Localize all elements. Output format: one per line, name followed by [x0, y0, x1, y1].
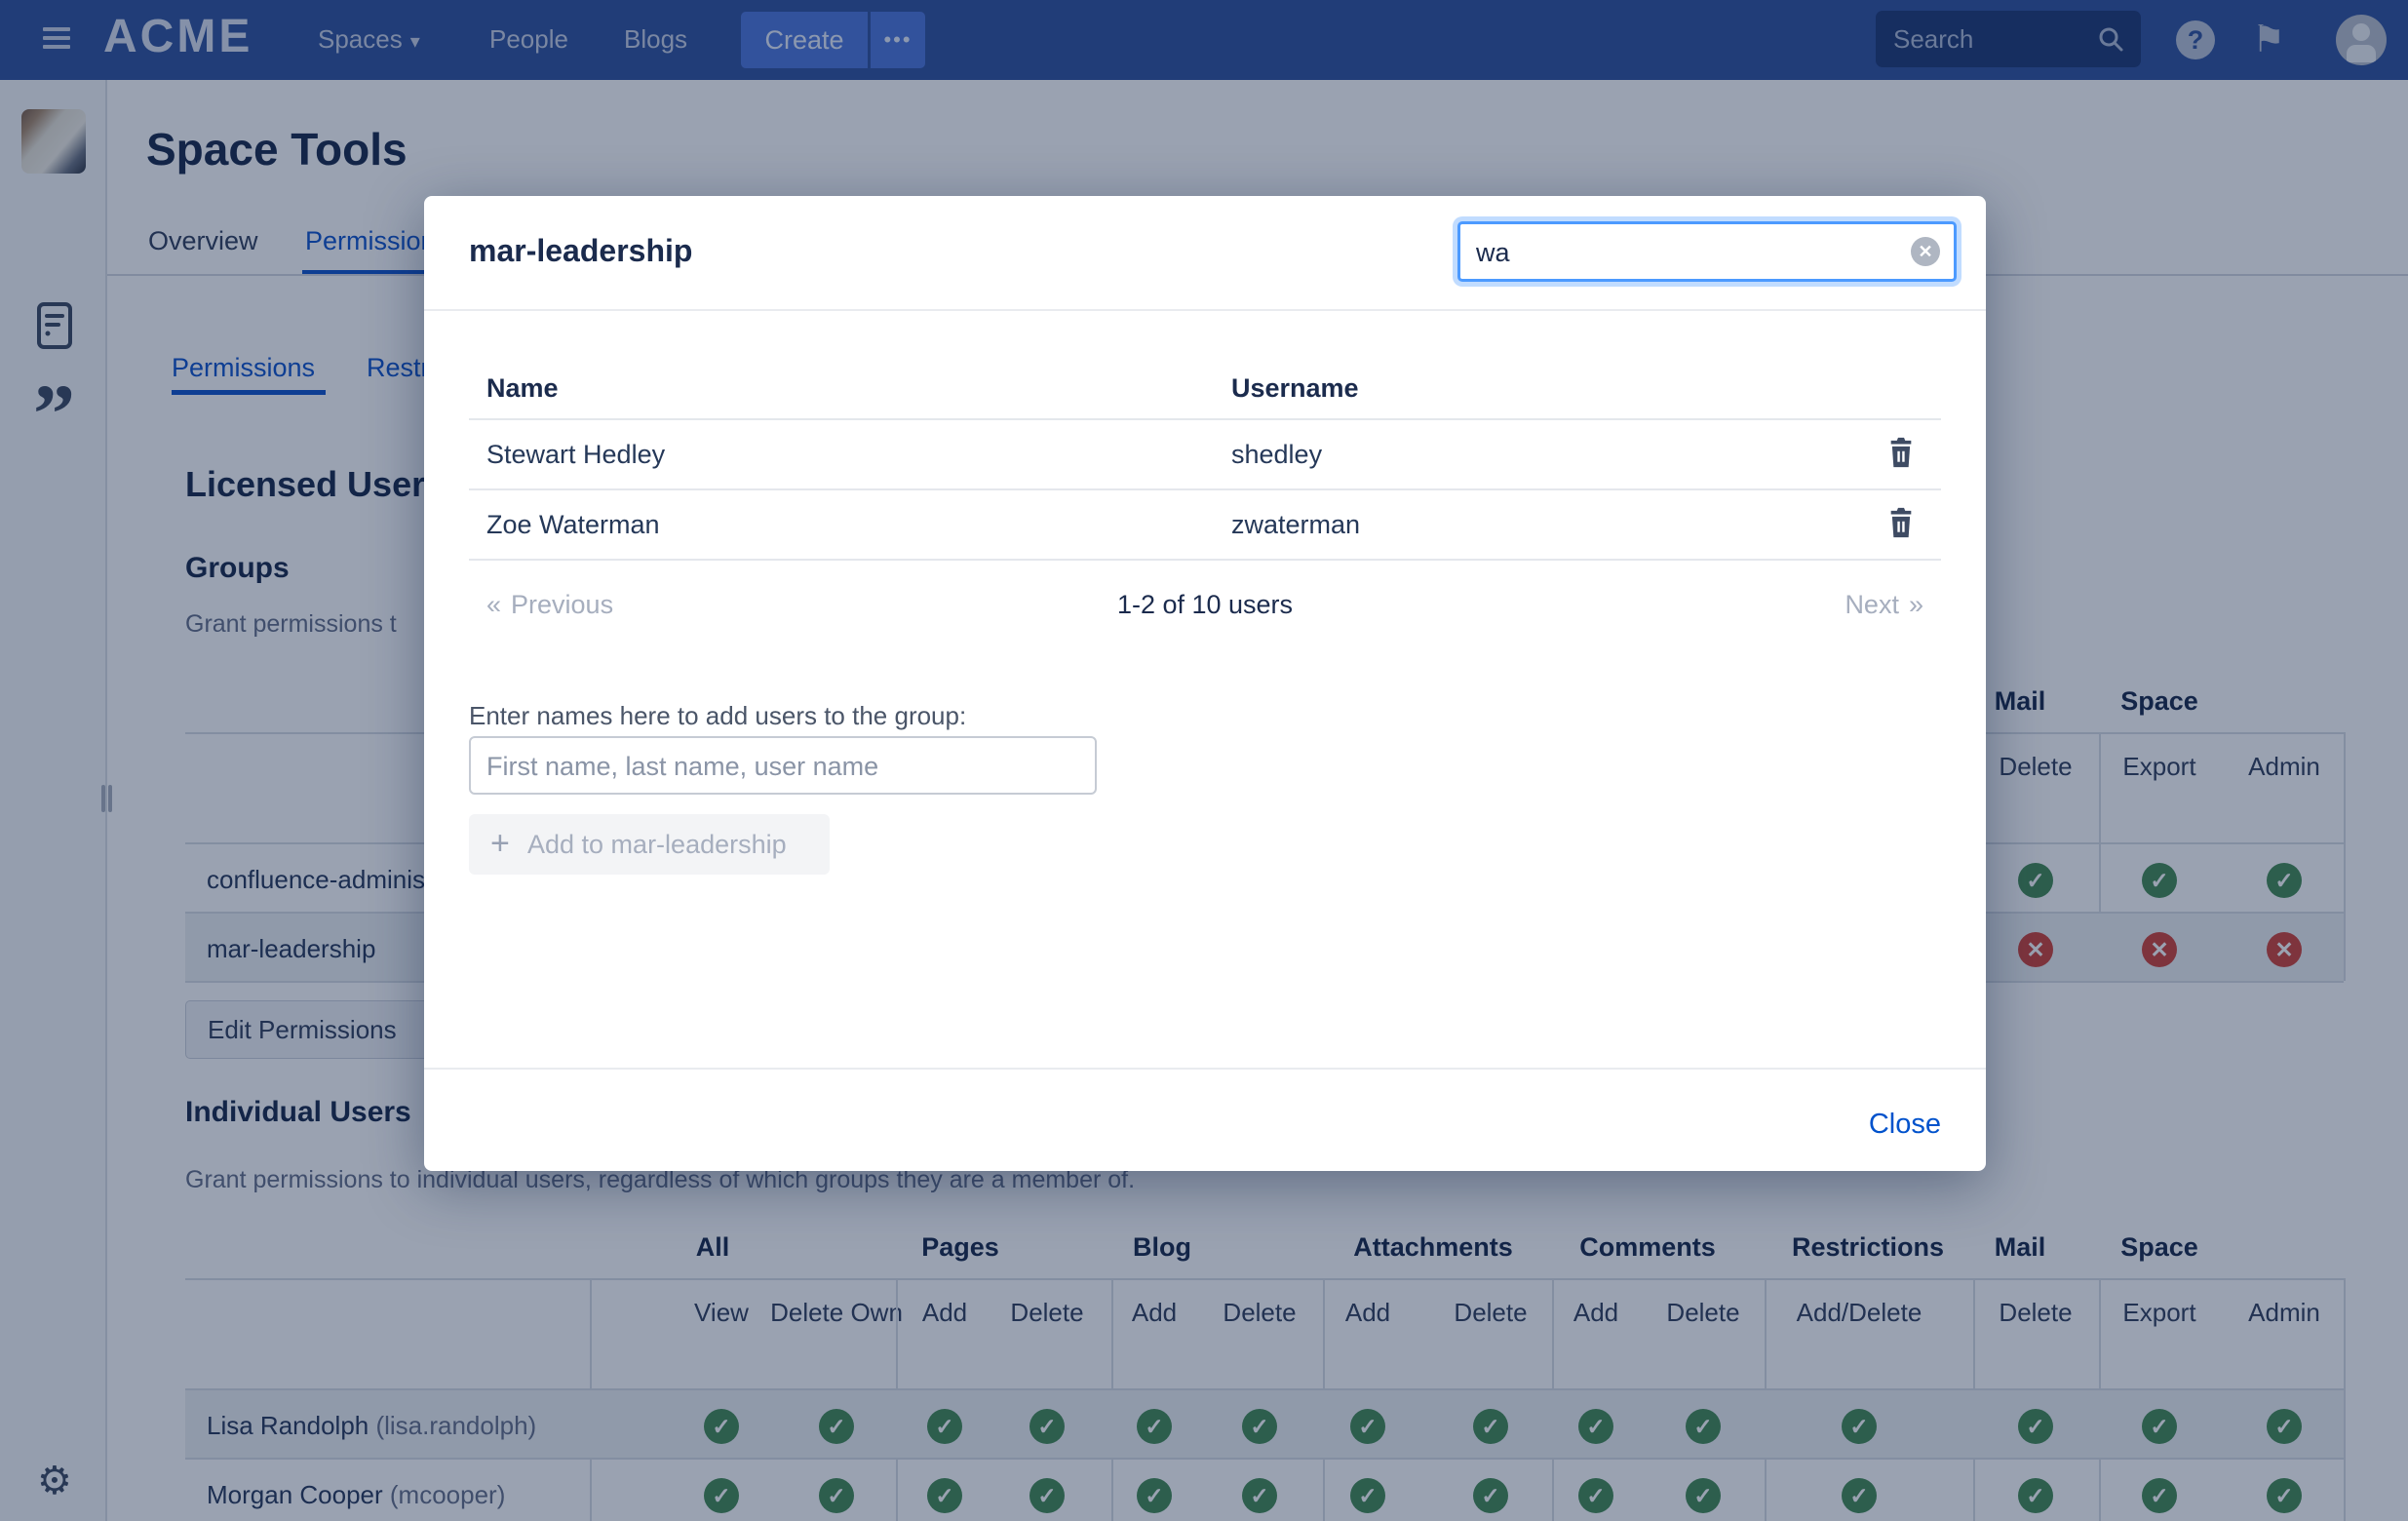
double-chevron-right-icon: » — [1909, 590, 1923, 619]
column-header-name: Name — [486, 373, 559, 404]
add-to-group-button[interactable]: + Add to mar-leadership — [469, 814, 830, 875]
dialog-title: mar-leadership — [469, 233, 692, 269]
remove-member-trash-icon[interactable] — [1886, 506, 1916, 539]
member-username: shedley — [1231, 440, 1322, 470]
column-header-username: Username — [1231, 373, 1359, 404]
member-name: Zoe Waterman — [486, 510, 660, 540]
close-dialog-button[interactable]: Close — [1869, 1109, 1941, 1141]
add-users-placeholder: First name, last name, user name — [486, 752, 878, 782]
members-table-divider — [469, 418, 1941, 420]
member-name: Stewart Hedley — [486, 440, 665, 470]
page: ACME Spaces▾ People Blogs Create ••• Sea… — [0, 0, 2408, 1521]
pagination-info: 1-2 of 10 users — [424, 590, 1986, 620]
pagination-next[interactable]: Next» — [1845, 590, 1923, 620]
member-filter-input[interactable]: wa ✕ — [1457, 221, 1957, 282]
member-filter-value: wa — [1476, 238, 1510, 268]
dialog-header-divider — [424, 309, 1986, 311]
add-users-input[interactable]: First name, last name, user name — [469, 736, 1097, 795]
group-members-dialog: mar-leadership wa ✕ Name Username Stewar… — [424, 196, 1986, 1171]
plus-icon: + — [490, 825, 510, 863]
clear-filter-icon[interactable]: ✕ — [1911, 237, 1940, 266]
add-users-label: Enter names here to add users to the gro… — [469, 701, 966, 731]
remove-member-trash-icon[interactable] — [1886, 436, 1916, 469]
member-username: zwaterman — [1231, 510, 1360, 540]
members-table-divider — [469, 559, 1941, 561]
members-table-divider — [469, 488, 1941, 490]
dialog-footer-divider — [424, 1068, 1986, 1070]
